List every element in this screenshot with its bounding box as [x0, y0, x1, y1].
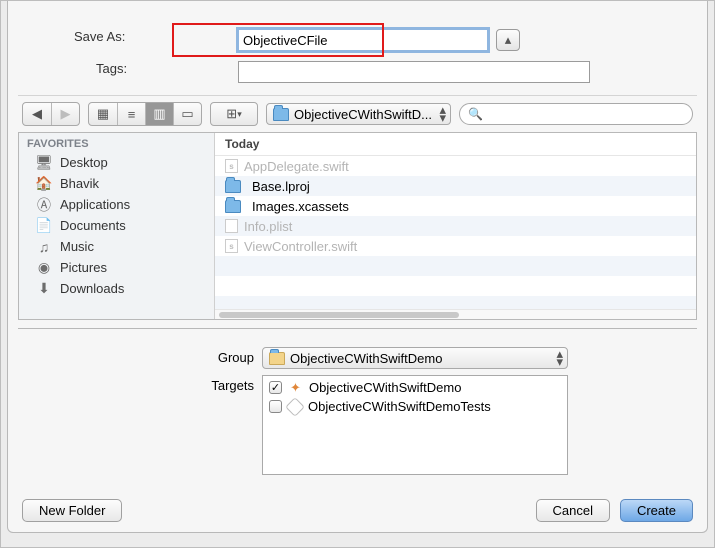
sidebar-item-label: Documents [60, 218, 126, 233]
file-item[interactable]: Images.xcassets [215, 196, 696, 216]
file-name: ViewController.swift [244, 239, 357, 254]
target-row[interactable]: ✓ ✦ ObjectiveCWithSwiftDemo [265, 378, 565, 397]
sidebar-item-label: Downloads [60, 281, 124, 296]
music-icon: ♫ [35, 239, 53, 254]
file-item-empty [215, 296, 696, 309]
column-view-button[interactable]: ▥ [145, 103, 173, 125]
arrange-button[interactable]: ⊞ ▾ [211, 103, 257, 125]
file-list: s AppDelegate.swift Base.lproj Images.xcass… [215, 156, 696, 309]
home-icon: 🏠 [35, 176, 53, 191]
folder-icon [269, 352, 285, 365]
folder-icon [273, 108, 289, 121]
sidebar-item-label: Music [60, 239, 94, 254]
grid-sm-icon: ⊞ [226, 106, 237, 122]
file-item[interactable]: Base.lproj [215, 176, 696, 196]
coverflow-view-button[interactable]: ▭ [173, 103, 201, 125]
checkbox[interactable] [269, 400, 282, 413]
group-label: Group [18, 347, 262, 365]
save-as-input[interactable] [238, 29, 488, 51]
file-browser: FAVORITES 🖥 Desktop 🏠 Bhavik Ⓐ Applications 📄 D… [18, 133, 697, 320]
sidebar-item-label: Pictures [60, 260, 107, 275]
file-item-empty [215, 276, 696, 296]
group-dropdown-label: ObjectiveCWithSwiftDemo [290, 351, 442, 366]
grid-icon: ▦ [97, 106, 109, 122]
folder-icon [225, 180, 241, 193]
checkbox[interactable]: ✓ [269, 381, 282, 394]
file-icon [225, 219, 238, 233]
content-header: Today [215, 133, 696, 156]
targets-list: ✓ ✦ ObjectiveCWithSwiftDemo ObjectiveCWithS… [262, 375, 568, 475]
search-icon: 🔍 [468, 107, 483, 121]
footer: New Folder Cancel Create [8, 489, 707, 534]
swift-file-icon: s [225, 159, 238, 173]
search-field[interactable]: 🔍 [459, 103, 693, 125]
pictures-icon: ◉ [35, 260, 53, 275]
target-row[interactable]: ObjectiveCWithSwiftDemoTests [265, 397, 565, 416]
sidebar-item-downloads[interactable]: ⬇ Downloads [19, 278, 214, 299]
chevron-down-icon: ▾ [237, 109, 242, 120]
nav-back-forward: ◀ ▶ [22, 102, 80, 126]
browser-toolbar: ◀ ▶ ▦ ≡ ▥ ▭ ⊞ ▾ ObjectiveCWithSwiftD... … [18, 95, 697, 133]
tags-label: Tags: [96, 61, 135, 76]
file-item[interactable]: s AppDelegate.swift [215, 156, 696, 176]
file-item[interactable]: s ViewController.swift [215, 236, 696, 256]
sidebar-item-docs[interactable]: 📄 Documents [19, 215, 214, 236]
file-item[interactable]: Info.plist [215, 216, 696, 236]
back-button[interactable]: ◀ [23, 103, 51, 125]
test-target-icon [285, 397, 305, 417]
cancel-button[interactable]: Cancel [536, 499, 610, 522]
sidebar-item-label: Desktop [60, 155, 108, 170]
file-name: Images.xcassets [252, 199, 349, 214]
sidebar-item-label: Bhavik [60, 176, 99, 191]
sidebar-item-music[interactable]: ♫ Music [19, 236, 214, 257]
coverflow-icon: ▭ [181, 106, 193, 122]
group-dropdown[interactable]: ObjectiveCWithSwiftDemo ▴▾ [262, 347, 568, 369]
arrange-segment: ⊞ ▾ [210, 102, 258, 126]
sidebar-item-label: Applications [60, 197, 130, 212]
docs-icon: 📄 [35, 218, 53, 233]
swift-file-icon: s [225, 239, 238, 253]
sidebar-item-home[interactable]: 🏠 Bhavik [19, 173, 214, 194]
file-name: Base.lproj [252, 179, 310, 194]
horizontal-scrollbar[interactable] [215, 309, 696, 319]
sidebar-item-apps[interactable]: Ⓐ Applications [19, 194, 214, 215]
icon-view-button[interactable]: ▦ [89, 103, 117, 125]
chevron-up-icon: ▴ [505, 32, 512, 48]
columns-icon: ▥ [153, 106, 165, 122]
list-icon: ≡ [128, 107, 136, 122]
path-dropdown[interactable]: ObjectiveCWithSwiftD... ▴▾ [266, 103, 451, 125]
save-as-label: Save As: [74, 29, 133, 44]
sidebar-item-desktop[interactable]: 🖥 Desktop [19, 152, 214, 173]
path-dropdown-label: ObjectiveCWithSwiftD... [294, 107, 432, 122]
chevron-left-icon: ◀ [32, 106, 42, 122]
create-button[interactable]: Create [620, 499, 693, 522]
downloads-icon: ⬇ [35, 281, 53, 296]
folder-icon [225, 200, 241, 213]
sidebar-header-favorites: FAVORITES [19, 133, 214, 152]
sidebar: FAVORITES 🖥 Desktop 🏠 Bhavik Ⓐ Applications 📄 D… [19, 133, 215, 319]
file-list-pane: Today s AppDelegate.swift Base.lproj Images… [215, 133, 696, 319]
tags-input[interactable] [238, 61, 590, 83]
new-folder-button[interactable]: New Folder [22, 499, 122, 522]
view-mode-segment: ▦ ≡ ▥ ▭ [88, 102, 202, 126]
save-sheet: Save As: ▴ Tags: ◀ ▶ ▦ ≡ ▥ ▭ ⊞ ▾ Objecti… [7, 1, 708, 533]
target-name: ObjectiveCWithSwiftDemoTests [308, 399, 491, 414]
list-view-button[interactable]: ≡ [117, 103, 145, 125]
file-item-empty [215, 256, 696, 276]
desktop-icon: 🖥 [35, 155, 53, 170]
target-name: ObjectiveCWithSwiftDemo [309, 380, 461, 395]
file-name: AppDelegate.swift [244, 159, 349, 174]
file-name: Info.plist [244, 219, 292, 234]
forward-button[interactable]: ▶ [51, 103, 79, 125]
app-target-icon: ✦ [288, 380, 303, 395]
sidebar-item-pictures[interactable]: ◉ Pictures [19, 257, 214, 278]
expand-toggle-button[interactable]: ▴ [496, 29, 520, 51]
apps-icon: Ⓐ [35, 197, 53, 212]
targets-label: Targets [18, 375, 262, 393]
chevron-right-icon: ▶ [61, 106, 71, 122]
